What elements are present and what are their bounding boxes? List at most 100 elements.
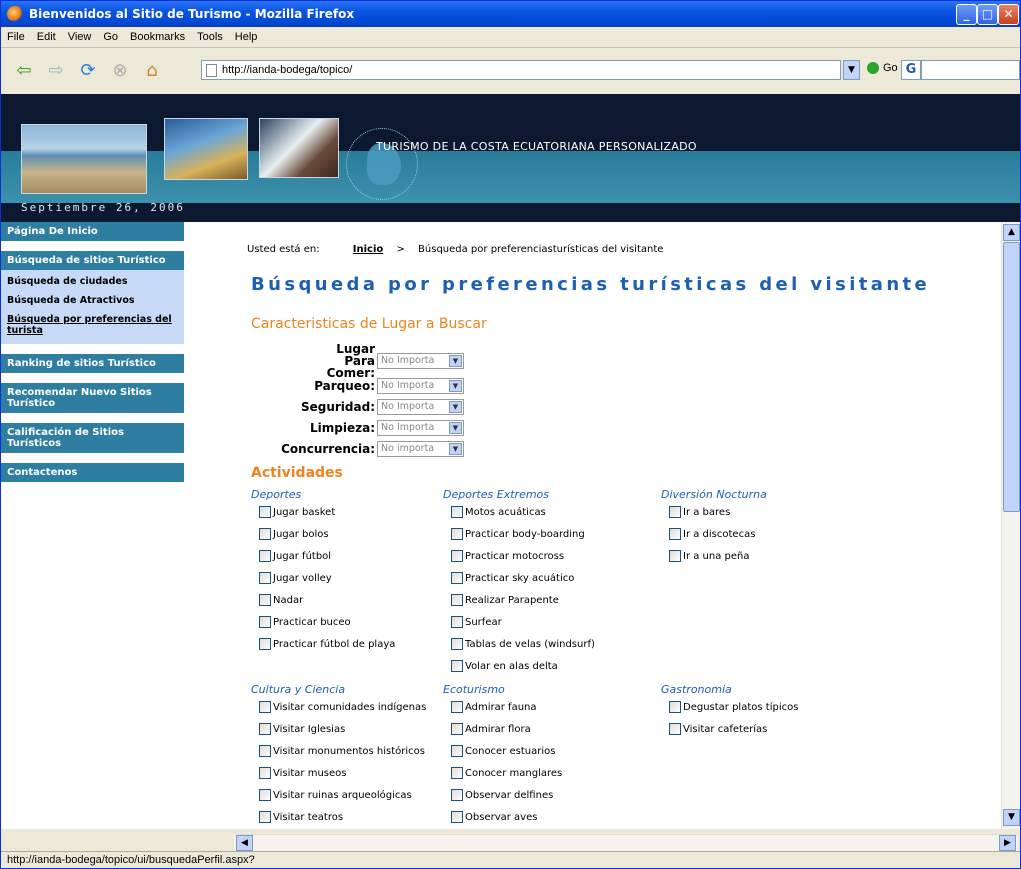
comer-select[interactable]: No Importa ▼ xyxy=(377,353,464,369)
checkbox-item[interactable]: Admirar fauna xyxy=(451,701,537,713)
menu-tools[interactable]: Tools xyxy=(197,31,223,43)
checkbox-item[interactable]: Jugar basket xyxy=(259,506,335,518)
checkbox[interactable] xyxy=(451,616,463,628)
checkbox[interactable] xyxy=(259,701,271,713)
stop-icon[interactable]: ⊗ xyxy=(107,58,133,84)
checkbox-item[interactable]: Jugar volley xyxy=(259,572,332,584)
nav-home[interactable]: Página De Inicio xyxy=(1,222,184,241)
checkbox-item[interactable]: Jugar bolos xyxy=(259,528,329,540)
checkbox[interactable] xyxy=(669,528,681,540)
checkbox-item[interactable]: Conocer manglares xyxy=(451,767,562,779)
checkbox-item[interactable]: Admirar flora xyxy=(451,723,531,735)
checkbox[interactable] xyxy=(669,506,681,518)
checkbox[interactable] xyxy=(451,506,463,518)
checkbox[interactable] xyxy=(259,789,271,801)
checkbox[interactable] xyxy=(451,745,463,757)
checkbox[interactable] xyxy=(259,745,271,757)
checkbox-item[interactable]: Conocer estuarios xyxy=(451,745,555,757)
checkbox[interactable] xyxy=(451,550,463,562)
checkbox[interactable] xyxy=(451,660,463,672)
checkbox-item[interactable]: Jugar fútbol xyxy=(259,550,331,562)
checkbox[interactable] xyxy=(451,723,463,735)
checkbox[interactable] xyxy=(259,572,271,584)
checkbox[interactable] xyxy=(451,638,463,650)
checkbox-item[interactable]: Tablas de velas (windsurf) xyxy=(451,638,595,650)
checkbox-item[interactable]: Observar aves xyxy=(451,811,537,823)
checkbox[interactable] xyxy=(259,528,271,540)
checkbox-item[interactable]: Realizar Parapente xyxy=(451,594,559,606)
checkbox-item[interactable]: Visitar teatros xyxy=(259,811,343,823)
nav-rating[interactable]: Calificación de Sitios Turísticos xyxy=(1,423,184,453)
checkbox[interactable] xyxy=(669,550,681,562)
menu-go[interactable]: Go xyxy=(103,31,118,43)
checkbox[interactable] xyxy=(451,789,463,801)
checkbox-item[interactable]: Ir a una peña xyxy=(669,550,750,562)
nav-ranking[interactable]: Ranking de sitios Turístico xyxy=(1,354,184,373)
menu-help[interactable]: Help xyxy=(235,31,258,43)
scroll-down-icon[interactable]: ▼ xyxy=(1003,809,1020,826)
go-button[interactable]: Go xyxy=(867,62,898,75)
forward-icon[interactable]: ⇨ xyxy=(43,58,69,84)
checkbox-item[interactable]: Surfear xyxy=(451,616,502,628)
menu-edit[interactable]: Edit xyxy=(37,31,56,43)
checkbox-item[interactable]: Practicar sky acuático xyxy=(451,572,574,584)
checkbox-item[interactable]: Visitar monumentos históricos xyxy=(259,745,425,757)
checkbox[interactable] xyxy=(451,594,463,606)
vertical-scrollbar[interactable]: ▲ ▼ xyxy=(1001,222,1020,829)
parqueo-select[interactable]: No Importa ▼ xyxy=(377,378,464,394)
checkbox-item[interactable]: Visitar comunidades indígenas xyxy=(259,701,426,713)
checkbox[interactable] xyxy=(451,528,463,540)
scroll-thumb[interactable] xyxy=(1003,242,1020,512)
checkbox-item[interactable]: Ir a bares xyxy=(669,506,730,518)
close-button[interactable]: ✕ xyxy=(998,4,1019,25)
nav-search-preferences[interactable]: Búsqueda por preferencias del turista xyxy=(1,310,184,340)
checkbox-item[interactable]: Visitar museos xyxy=(259,767,347,779)
checkbox[interactable] xyxy=(259,638,271,650)
scroll-up-icon[interactable]: ▲ xyxy=(1003,224,1020,241)
minimize-button[interactable]: _ xyxy=(956,4,977,25)
search-engine-icon[interactable]: G xyxy=(901,60,921,80)
checkbox-item[interactable]: Visitar Iglesias xyxy=(259,723,345,735)
nav-search-attractions[interactable]: Búsqueda de Atractivos xyxy=(1,291,184,310)
reload-icon[interactable]: ⟳ xyxy=(75,58,101,84)
checkbox[interactable] xyxy=(259,811,271,823)
concurrencia-select[interactable]: No importa ▼ xyxy=(377,441,464,457)
checkbox[interactable] xyxy=(451,701,463,713)
checkbox[interactable] xyxy=(259,616,271,628)
maximize-button[interactable]: □ xyxy=(977,4,998,25)
checkbox-item[interactable]: Nadar xyxy=(259,594,303,606)
back-icon[interactable]: ⇦ xyxy=(11,58,37,84)
checkbox[interactable] xyxy=(451,811,463,823)
checkbox-item[interactable]: Volar en alas delta xyxy=(451,660,558,672)
checkbox-item[interactable]: Practicar fútbol de playa xyxy=(259,638,395,650)
checkbox-item[interactable]: Motos acuáticas xyxy=(451,506,546,518)
checkbox-item[interactable]: Practicar body-boarding xyxy=(451,528,585,540)
checkbox[interactable] xyxy=(259,506,271,518)
menu-file[interactable]: File xyxy=(7,31,25,43)
nav-search-sites[interactable]: Búsqueda de sitios Turístico xyxy=(1,251,184,270)
checkbox-item[interactable]: Visitar ruinas arqueológicas xyxy=(259,789,412,801)
checkbox[interactable] xyxy=(451,767,463,779)
checkbox-item[interactable]: Degustar platos típicos xyxy=(669,701,798,713)
checkbox-item[interactable]: Observar delfines xyxy=(451,789,553,801)
menu-view[interactable]: View xyxy=(68,31,92,43)
menu-bookmarks[interactable]: Bookmarks xyxy=(130,31,185,43)
home-icon[interactable]: ⌂ xyxy=(139,58,165,84)
limpieza-select[interactable]: No Importa ▼ xyxy=(377,420,464,436)
seguridad-select[interactable]: No Importa ▼ xyxy=(377,399,464,415)
checkbox-item[interactable]: Practicar motocross xyxy=(451,550,564,562)
checkbox[interactable] xyxy=(259,550,271,562)
nav-search-cities[interactable]: Búsqueda de ciudades xyxy=(1,272,184,291)
checkbox[interactable] xyxy=(259,594,271,606)
checkbox[interactable] xyxy=(669,723,681,735)
search-input[interactable] xyxy=(921,60,1020,80)
scroll-right-icon[interactable]: ▶ xyxy=(999,835,1016,851)
nav-recommend[interactable]: Recomendar Nuevo Sitios Turístico xyxy=(1,383,184,413)
url-input[interactable]: http://ianda-bodega/topico/ xyxy=(201,60,841,80)
scroll-left-icon[interactable]: ◀ xyxy=(236,835,253,851)
checkbox-item[interactable]: Practicar buceo xyxy=(259,616,351,628)
horizontal-scrollbar[interactable]: ◀ ▶ xyxy=(234,834,1018,851)
nav-contact[interactable]: Contactenos xyxy=(1,463,184,482)
checkbox-item[interactable]: Visitar cafeterías xyxy=(669,723,767,735)
checkbox[interactable] xyxy=(669,701,681,713)
